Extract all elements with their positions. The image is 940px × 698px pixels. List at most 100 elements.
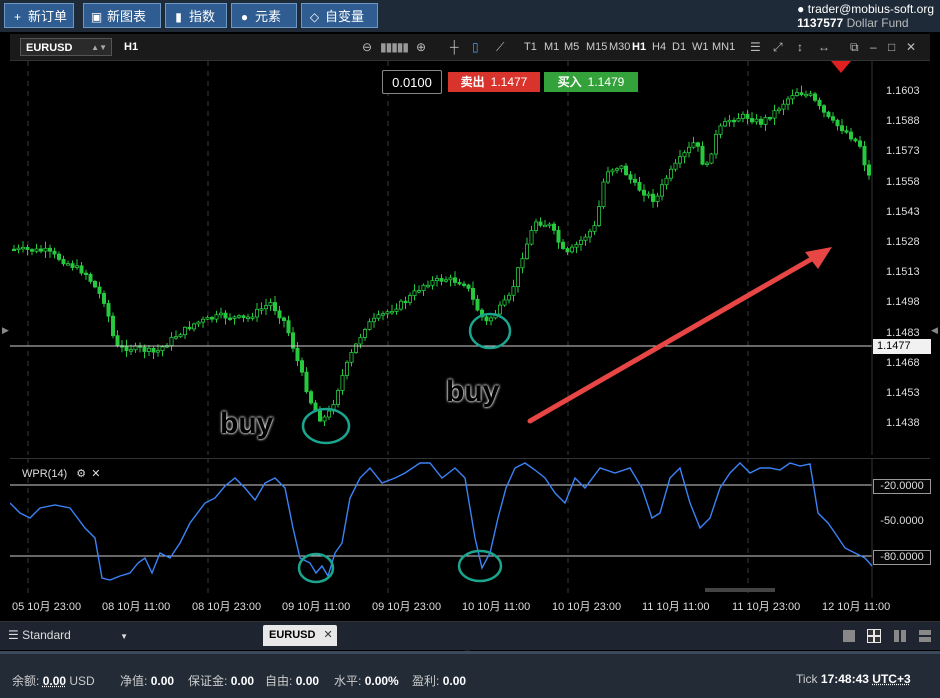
candle-body bbox=[25, 246, 30, 250]
candle-body bbox=[488, 317, 493, 322]
candle-chart-type-icon[interactable]: ▯ bbox=[472, 38, 479, 56]
new-chart-button[interactable]: ▣ 新图表 bbox=[83, 3, 161, 28]
candle-body bbox=[831, 116, 836, 121]
timeframe-mn1[interactable]: MN1 bbox=[712, 38, 735, 56]
candles bbox=[12, 85, 872, 426]
timeframe-m15[interactable]: M15 bbox=[586, 38, 607, 56]
right-collapse-icon[interactable]: ◀ bbox=[931, 325, 938, 336]
candle-body bbox=[200, 318, 205, 323]
close-icon[interactable]: ✕ bbox=[91, 468, 100, 480]
vertical-scale-icon[interactable]: ↕ bbox=[797, 38, 803, 56]
zoom-out-icon[interactable]: ⊖ bbox=[362, 38, 372, 56]
candle-body bbox=[214, 314, 219, 320]
candle-body bbox=[547, 223, 552, 227]
maximize-icon[interactable]: □ bbox=[888, 38, 895, 56]
candle-body bbox=[362, 329, 367, 338]
zoom-slider[interactable]: ▮▮▮▮▮ bbox=[380, 38, 409, 56]
timeframe-m5[interactable]: M5 bbox=[564, 38, 579, 56]
profit: 盈利: 0.00 bbox=[412, 674, 467, 688]
bar-chart-type-icon[interactable]: ┼ bbox=[450, 38, 459, 56]
close-icon[interactable]: ✕ bbox=[906, 38, 916, 56]
candle-body bbox=[259, 308, 264, 311]
timeframe-d1[interactable]: D1 bbox=[672, 38, 686, 56]
left-collapse-icon[interactable]: ▶ bbox=[2, 325, 9, 336]
candle-body bbox=[223, 312, 228, 319]
candle-body bbox=[470, 287, 475, 300]
timeframe-t1[interactable]: T1 bbox=[524, 38, 537, 56]
price-chart[interactable]: buy buy bbox=[10, 61, 930, 455]
time-tick: 10 10月 23:00 bbox=[552, 601, 621, 613]
timeframe-h1[interactable]: H1 bbox=[632, 38, 646, 56]
diamond-icon: ◇ bbox=[309, 10, 320, 24]
candle-body bbox=[601, 181, 606, 207]
symbol-selector[interactable]: EURUSD ▲▼ bbox=[20, 38, 112, 56]
candle-body bbox=[52, 250, 57, 255]
candle-body bbox=[804, 93, 809, 97]
candle-body bbox=[777, 108, 782, 112]
margin-level: 水平: 0.00% bbox=[334, 674, 399, 688]
account-info[interactable]: ● trader@mobius-soft.org 1137577 Dollar … bbox=[797, 2, 934, 30]
layout-rows-icon[interactable] bbox=[918, 629, 932, 643]
timeframe-h4[interactable]: H4 bbox=[652, 38, 666, 56]
timeframe-w1[interactable]: W1 bbox=[692, 38, 709, 56]
candle-body bbox=[529, 230, 534, 245]
layout-columns-icon[interactable] bbox=[893, 629, 907, 643]
current-timeframe: H1 bbox=[124, 41, 139, 53]
candle-body bbox=[515, 267, 520, 287]
candle-body bbox=[398, 300, 403, 310]
timeframe-m1[interactable]: M1 bbox=[544, 38, 559, 56]
tab-close-icon[interactable]: ✕ bbox=[324, 629, 333, 641]
zoom-in-icon[interactable]: ⊕ bbox=[416, 38, 426, 56]
candle-body bbox=[538, 221, 543, 226]
horizontal-scrollbar[interactable] bbox=[705, 588, 775, 592]
indicators-button[interactable]: ▮ 指数 bbox=[165, 3, 227, 28]
time-tick: 09 10月 23:00 bbox=[372, 601, 441, 613]
candle-body bbox=[687, 146, 692, 154]
indicator-list-icon[interactable]: ☰ bbox=[750, 38, 761, 56]
time-tick: 05 10月 23:00 bbox=[12, 601, 81, 613]
scale-icon[interactable]: ⤢ bbox=[773, 38, 783, 56]
candle-body bbox=[705, 162, 710, 166]
account-name: Dollar Fund bbox=[846, 16, 909, 30]
minimize-icon[interactable]: – bbox=[870, 38, 877, 56]
candle-body bbox=[403, 300, 408, 304]
sell-button[interactable]: 卖出 1.1477 bbox=[448, 72, 540, 92]
candle-body bbox=[835, 119, 840, 127]
layout-selector[interactable]: ☰ Standard ▼ bbox=[8, 628, 128, 642]
chart-toolbar: EURUSD ▲▼ H1 ⊖ ▮▮▮▮▮ ⊕ ┼ ▯ ⟋ T1 M1 M5 M15 M30… bbox=[10, 34, 930, 61]
candle-body bbox=[475, 298, 480, 311]
buy-button[interactable]: 买入 1.1479 bbox=[544, 72, 638, 92]
gear-icon[interactable]: ⚙ bbox=[76, 468, 86, 480]
elements-button[interactable]: ● 元素 bbox=[231, 3, 297, 28]
candle-body bbox=[525, 243, 530, 260]
timeframe-m30[interactable]: M30 bbox=[609, 38, 630, 56]
clock[interactable]: Tick 17:48:43 UTC+3 bbox=[796, 672, 911, 686]
candle-body bbox=[389, 311, 394, 314]
candle-body bbox=[358, 337, 363, 345]
lot-size-input[interactable]: 0.0100 bbox=[382, 70, 442, 94]
candle-body bbox=[556, 229, 561, 243]
wpr-circle-1 bbox=[297, 552, 335, 584]
candle-body bbox=[16, 247, 21, 251]
detach-icon[interactable]: ⧉ bbox=[850, 38, 859, 56]
layout-single-icon[interactable] bbox=[842, 629, 856, 643]
indicator-chart[interactable] bbox=[10, 458, 930, 598]
price-tick: 1.1558 bbox=[886, 175, 920, 188]
chart-icon: ▣ bbox=[90, 10, 103, 24]
candle-body bbox=[439, 278, 444, 282]
tab-eurusd[interactable]: EURUSD ✕ bbox=[263, 625, 337, 646]
candle-body bbox=[826, 111, 831, 118]
candle-body bbox=[678, 156, 683, 164]
variables-button[interactable]: ◇ 自变量 bbox=[301, 3, 378, 28]
candle-body bbox=[597, 206, 602, 226]
horizontal-scale-icon[interactable]: ↔ bbox=[818, 38, 830, 56]
candle-body bbox=[506, 294, 511, 301]
candle-body bbox=[497, 304, 502, 315]
layout-grid-icon[interactable] bbox=[867, 629, 881, 643]
candle-body bbox=[461, 283, 466, 286]
new-order-button[interactable]: + 新订单 bbox=[4, 3, 74, 28]
price-tick: 1.1468 bbox=[886, 356, 920, 369]
candle-body bbox=[844, 130, 849, 133]
time-tick: 10 10月 11:00 bbox=[462, 601, 530, 613]
line-chart-type-icon[interactable]: ⟋ bbox=[496, 38, 504, 56]
